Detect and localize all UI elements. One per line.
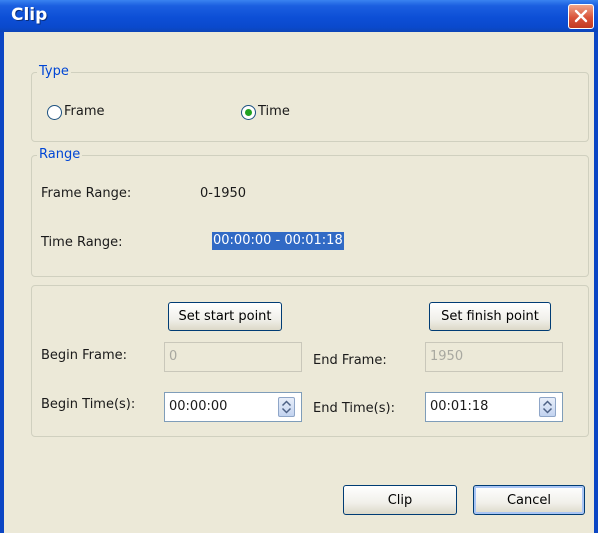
end-time-spinner[interactable] [539,397,556,417]
close-icon [574,9,588,23]
begin-frame-field[interactable]: 0 [164,342,302,372]
time-range-label: Time Range: [41,235,123,250]
range-group-legend: Range [37,147,83,162]
end-frame-field[interactable]: 1950 [425,342,563,372]
radio-frame[interactable] [47,105,62,120]
cancel-button[interactable]: Cancel [473,485,585,515]
type-group [31,72,589,142]
type-group-legend: Type [37,64,71,79]
dialog-body: Type Frame Time Range Frame Range: 0-195… [4,32,594,533]
end-time-label: End Time(s): [313,401,395,416]
clip-dialog: Clip Type Frame Time Range Frame Range: … [0,0,598,533]
window-title: Clip [11,5,48,25]
radio-time-label[interactable]: Time [258,104,290,119]
set-finish-point-button[interactable]: Set finish point [429,302,551,331]
radio-frame-label[interactable]: Frame [64,104,105,119]
time-range-value[interactable]: 00:00:00 - 00:01:18 [212,232,344,250]
begin-time-spinner[interactable] [278,397,295,417]
frame-range-value: 0-1950 [200,186,247,201]
title-bar[interactable]: Clip [0,0,598,32]
range-group [31,155,589,277]
set-start-point-button[interactable]: Set start point [168,302,282,331]
begin-frame-label: Begin Frame: [41,348,128,363]
radio-time[interactable] [241,105,256,120]
spinner-arrows-icon [281,400,292,414]
close-button[interactable] [568,4,594,29]
end-frame-label: End Frame: [313,353,387,368]
window-frame-right [594,32,598,533]
begin-time-label: Begin Time(s): [41,397,136,412]
frame-range-label: Frame Range: [41,186,132,201]
spinner-arrows-icon [542,400,553,414]
radio-selected-dot [245,109,252,116]
clip-button[interactable]: Clip [343,485,457,515]
